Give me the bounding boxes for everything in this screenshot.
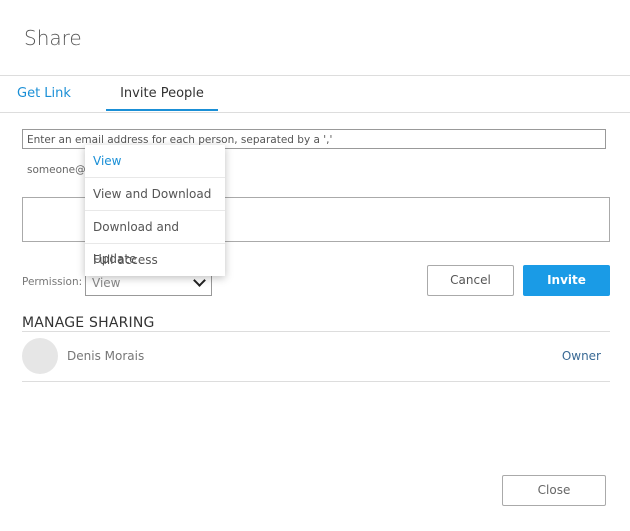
permission-option-download-and-update[interactable]: Download and Update [85,210,225,266]
tabs-divider [0,112,630,113]
header-divider [0,75,630,76]
tab-invite-people[interactable]: Invite People [106,86,218,111]
manage-sharing-divider [22,331,610,332]
permission-dropdown-menu: View View and Download Download and Upda… [85,145,225,276]
user-row-divider [22,381,610,382]
dialog-title: Share [24,26,82,50]
permission-option-view[interactable]: View [85,145,225,177]
manage-sharing-heading: MANAGE SHARING [22,315,155,331]
user-name: Denis Morais [67,349,145,363]
invite-button[interactable]: Invite [523,265,610,296]
permission-option-full-access[interactable]: Full access [85,243,225,276]
cancel-button[interactable]: Cancel [427,265,514,296]
email-hint: someone@s [27,164,92,176]
tab-get-link[interactable]: Get Link [17,86,71,101]
avatar [22,338,58,374]
permission-option-view-and-download[interactable]: View and Download [85,177,225,210]
permission-label: Permission: [22,276,83,288]
chevron-down-icon [193,274,206,287]
user-role[interactable]: Owner [562,349,601,363]
close-button[interactable]: Close [502,475,606,506]
permission-selected-value: View [92,276,121,290]
